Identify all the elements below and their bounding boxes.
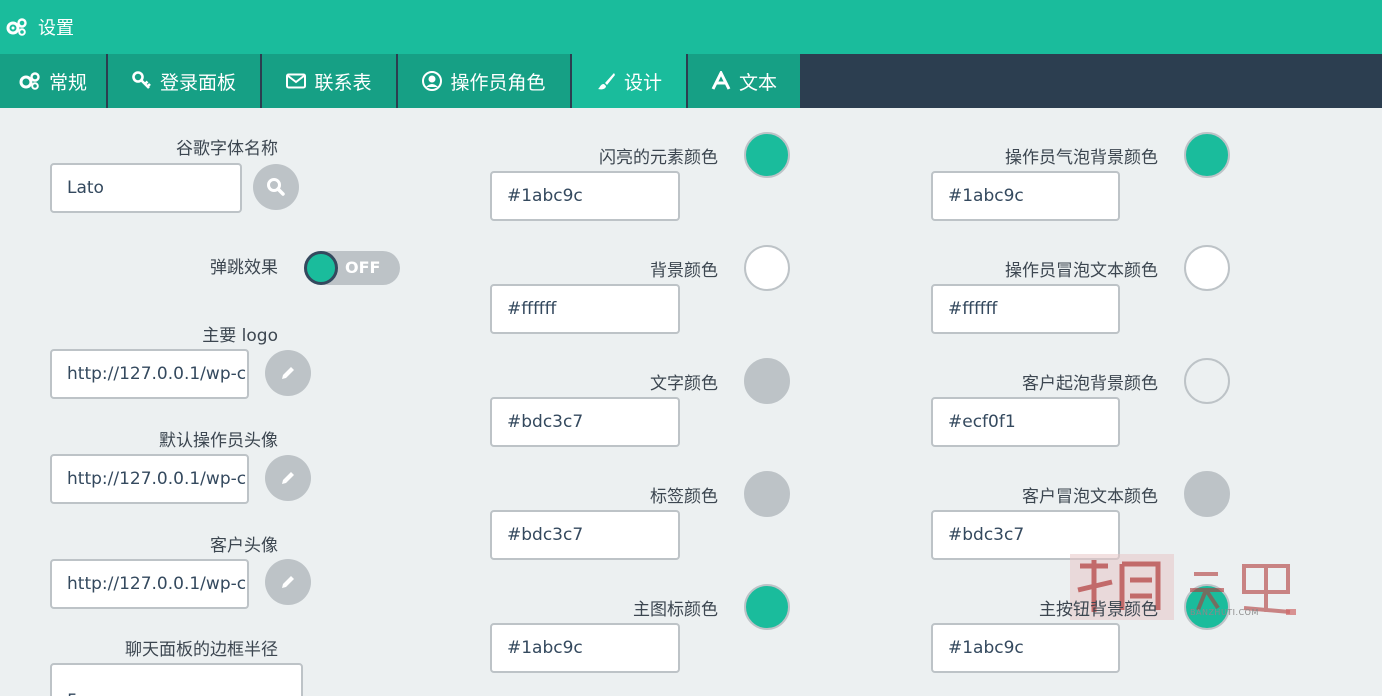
background-color-label: 背景颜色 [650,261,718,281]
operator-bubble-bg-label: 操作员气泡背景颜色 [1005,148,1158,168]
logo-edit-button[interactable] [265,350,311,396]
customer-bubble-bg-swatch[interactable] [1184,358,1230,404]
tab-login-panel[interactable]: 登录面板 [108,54,262,108]
border-radius-label: 聊天面板的边框半径 [125,640,278,660]
font-search-button[interactable] [253,164,299,210]
gears-icon [19,72,40,90]
main-icon-color-swatch[interactable] [744,584,790,630]
customer-avatar-label: 客户头像 [210,536,278,556]
operator-avatar-label: 默认操作员头像 [159,431,278,451]
window-titlebar: 设置 [0,0,1382,54]
tag-color-swatch[interactable] [744,471,790,517]
user-circle-icon [422,71,443,91]
tab-contact-form[interactable]: 联系表 [262,54,398,108]
tab-bar: 常规 登录面板 联系表 操作员角色 设计 文本 [0,54,1382,108]
toggle-knob [304,251,338,285]
main-logo-input[interactable]: http://127.0.0.1/wp-content [50,349,249,399]
toggle-state: OFF [345,258,381,277]
tab-design[interactable]: 设计 [572,54,688,108]
pencil-icon [282,367,294,379]
text-color-label: 文字颜色 [650,374,718,394]
operator-bubble-bg-swatch[interactable] [1184,132,1230,178]
background-color-input[interactable]: #ffffff [490,284,680,334]
brush-icon [597,73,615,90]
operator-bubble-text-swatch[interactable] [1184,245,1230,291]
main-logo-label: 主要 logo [202,326,278,346]
bounce-effect-label: 弹跳效果 [210,258,278,278]
tag-color-label: 标签颜色 [650,487,718,507]
search-icon [267,178,285,196]
tag-color-input[interactable]: #bdc3c7 [490,510,680,560]
operator-bubble-bg-input[interactable]: #1abc9c [931,171,1120,221]
tab-label: 联系表 [314,71,372,94]
customer-bubble-bg-input[interactable]: #ecf0f1 [931,397,1120,447]
operator-avatar-input[interactable]: http://127.0.0.1/wp-content [50,454,249,504]
watermark-text: BANZHUTI.COM [1190,608,1259,617]
google-font-label: 谷歌字体名称 [176,139,278,159]
font-icon [711,71,731,90]
google-font-input[interactable]: Lato [50,163,242,213]
highlight-color-label: 闪亮的元素颜色 [599,148,718,168]
main-icon-color-label: 主图标颜色 [633,600,718,620]
customer-avatar-edit-button[interactable] [265,559,311,605]
background-color-swatch[interactable] [744,245,790,291]
window-title: 设置 [38,18,74,39]
gears-icon [6,18,27,36]
tab-label: 常规 [48,71,87,94]
main-icon-color-input[interactable]: #1abc9c [490,623,680,673]
highlight-color-input[interactable]: #1abc9c [490,171,680,221]
text-color-input[interactable]: #bdc3c7 [490,397,680,447]
tab-label: 设计 [623,71,662,94]
border-radius-input[interactable]: 5 [50,663,303,696]
text-color-swatch[interactable] [744,358,790,404]
pencil-icon [282,576,294,588]
pencil-icon [282,472,294,484]
tab-label: 文本 [738,71,777,94]
operator-bubble-text-label: 操作员冒泡文本颜色 [1005,261,1158,281]
operator-bubble-text-input[interactable]: #ffffff [931,284,1120,334]
tab-label: 操作员角色 [450,71,546,94]
tab-text[interactable]: 文本 [688,54,802,108]
customer-bubble-text-label: 客户冒泡文本颜色 [1022,487,1158,507]
bounce-effect-toggle[interactable]: OFF [304,251,400,285]
tab-label: 登录面板 [159,71,236,94]
tab-operator-roles[interactable]: 操作员角色 [398,54,572,108]
operator-avatar-edit-button[interactable] [265,455,311,501]
customer-bubble-text-swatch[interactable] [1184,471,1230,517]
main-button-bg-label: 主按钮背景颜色 [1039,600,1158,620]
key-icon [132,71,151,89]
main-button-bg-input[interactable]: #1abc9c [931,623,1120,673]
envelope-icon [286,73,307,89]
highlight-color-swatch[interactable] [744,132,790,178]
customer-avatar-input[interactable]: http://127.0.0.1/wp-content [50,559,249,609]
customer-bubble-bg-label: 客户起泡背景颜色 [1022,374,1158,394]
tab-general[interactable]: 常规 [0,54,108,108]
